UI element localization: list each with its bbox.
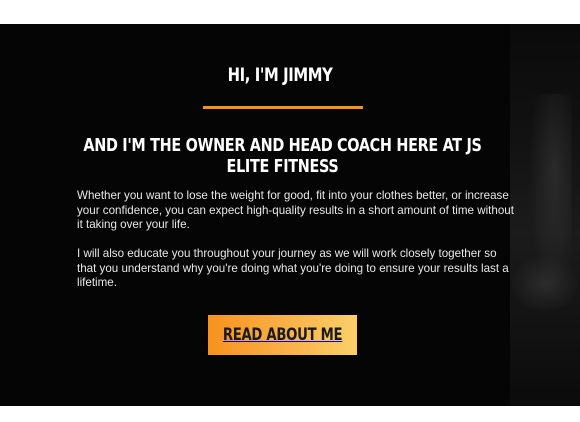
page: HI, I'M JIMMY AND I'M THE OWNER AND HEAD… [0,0,580,422]
background-photo [510,24,580,406]
intro-section: HI, I'M JIMMY AND I'M THE OWNER AND HEAD… [0,24,580,406]
read-about-me-label: READ ABOUT ME [222,325,343,345]
read-about-me-button[interactable]: READ ABOUT ME [208,315,357,355]
intro-paragraph-2: I will also educate you throughout your … [77,247,509,289]
intro-paragraph-1: Whether you want to lose the weight for … [77,189,514,231]
intro-heading: HI, I'M JIMMY [227,64,333,86]
intro-subheading-text: AND I'M THE OWNER AND HEAD COACH HERE AT… [83,135,482,177]
heading-divider [203,106,363,109]
intro-subheading: AND I'M THE OWNER AND HEAD COACH HERE AT… [60,135,504,177]
